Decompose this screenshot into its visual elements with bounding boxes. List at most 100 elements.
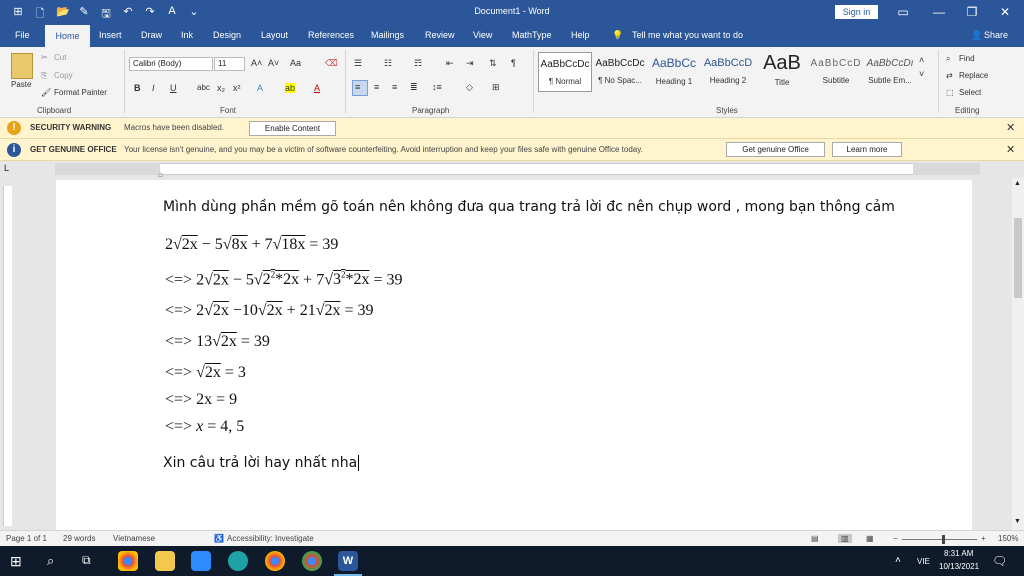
language-indicator[interactable]: Vietnamese — [113, 534, 155, 543]
style-subtitle[interactable]: AaBbCcD Subtitle — [809, 52, 863, 92]
replace-button[interactable]: Replace — [959, 71, 988, 80]
strikethrough-icon[interactable]: abc — [197, 83, 210, 92]
tab-layout[interactable]: Layout — [261, 30, 288, 40]
zoom-slider-thumb[interactable] — [942, 535, 945, 544]
equation-line-5[interactable]: <=> √2x = 3 — [165, 364, 246, 382]
zoom-in-icon[interactable]: + — [981, 534, 986, 543]
paste-icon[interactable] — [11, 53, 33, 79]
font-size-combo[interactable]: 11 — [214, 57, 245, 71]
underline-icon[interactable]: U — [170, 83, 177, 93]
tab-mailings[interactable]: Mailings — [371, 30, 404, 40]
language-indicator[interactable]: VIE — [917, 557, 930, 566]
tab-home[interactable]: Home — [45, 25, 90, 47]
tab-selector-icon[interactable]: L — [4, 163, 9, 173]
find-button[interactable]: Find — [959, 54, 975, 63]
tab-design[interactable]: Design — [213, 30, 241, 40]
tab-review[interactable]: Review — [425, 30, 455, 40]
decrease-indent-icon[interactable]: ⇤ — [446, 58, 454, 69]
change-case-icon[interactable]: Aa — [290, 58, 301, 68]
style-heading-2[interactable]: AaBbCcD Heading 2 — [701, 52, 755, 92]
equation-line-7[interactable]: <=> x = 4, 5 — [165, 418, 244, 436]
close-icon[interactable]: ✕ — [1006, 143, 1015, 156]
minimize-icon[interactable]: — — [924, 3, 954, 21]
cut-button[interactable]: Cut — [54, 53, 66, 62]
page-count[interactable]: Page 1 of 1 — [6, 534, 47, 543]
web-layout-icon[interactable]: ▦ — [866, 534, 874, 543]
sign-in-button[interactable]: Sign in — [835, 5, 878, 19]
equation-line-3[interactable]: <=> 2√2x −10√2x + 21√2x = 39 — [165, 302, 374, 320]
vertical-scrollbar[interactable]: ▲ ▼ — [1012, 178, 1024, 530]
task-view-icon[interactable]: ⧉ — [82, 553, 91, 568]
tab-view[interactable]: View — [473, 30, 492, 40]
style-subtle-emphasis[interactable]: AaBbCcDı Subtle Em... — [863, 52, 917, 92]
notification-icon[interactable]: 🗨 — [992, 554, 1007, 568]
share-icon[interactable]: 👤 — [971, 30, 982, 41]
equation-line-6[interactable]: <=> 2x = 9 — [165, 391, 237, 409]
tab-ink[interactable]: Ink — [181, 30, 193, 40]
edge-icon[interactable] — [228, 551, 248, 571]
tab-draw[interactable]: Draw — [141, 30, 162, 40]
ribbon-display-icon[interactable]: ▭ — [888, 3, 918, 21]
chrome-profile-2-icon[interactable] — [302, 551, 322, 571]
styles-scroll-up-icon[interactable]: ˄ — [919, 55, 924, 65]
search-icon[interactable]: ⌕ — [47, 553, 54, 569]
format-painter-button[interactable]: Format Painter — [54, 88, 107, 97]
select-button[interactable]: Select — [959, 88, 981, 97]
equation-line-4[interactable]: <=> 13√2x = 39 — [165, 333, 270, 351]
tell-me-search[interactable]: Tell me what you want to do — [632, 30, 743, 40]
print-layout-icon[interactable]: ▥ — [838, 534, 852, 543]
superscript-icon[interactable]: x² — [233, 83, 241, 93]
italic-icon[interactable]: I — [152, 83, 155, 93]
clock-date[interactable]: 10/13/2021 — [939, 562, 979, 571]
scroll-down-icon[interactable]: ▼ — [1014, 518, 1021, 525]
clear-formatting-icon[interactable]: ⌫ — [325, 58, 338, 69]
chrome-profile-icon[interactable] — [265, 551, 285, 571]
font-color-icon[interactable]: A — [314, 83, 320, 93]
equation-line-1[interactable]: 2√2x − 5√8x + 7√18x = 39 — [165, 236, 338, 254]
font-name-combo[interactable]: Calibri (Body) — [129, 57, 213, 71]
document-page[interactable] — [56, 180, 972, 532]
text-effects-icon[interactable]: A — [257, 83, 263, 93]
windows-start-icon[interactable]: ⊞ — [10, 553, 22, 570]
bullets-icon[interactable]: ☰ — [354, 58, 362, 69]
bold-icon[interactable]: B — [134, 83, 141, 93]
learn-more-button[interactable]: Learn more — [832, 142, 902, 157]
increase-indent-icon[interactable]: ⇥ — [466, 58, 474, 69]
accessibility-status[interactable]: Accessibility: Investigate — [227, 534, 314, 543]
paste-button[interactable]: Paste — [11, 80, 31, 89]
share-button[interactable]: Share — [984, 30, 1008, 40]
zoom-app-icon[interactable] — [191, 551, 211, 571]
document-paragraph[interactable]: Mình dùng phần mềm gõ toán nên không đưa… — [163, 199, 895, 215]
style-heading-1[interactable]: AaBbCc Heading 1 — [647, 52, 701, 92]
highlight-icon[interactable]: ab — [285, 83, 296, 93]
word-app-icon[interactable]: W — [338, 551, 358, 571]
restore-icon[interactable]: ❐ — [957, 3, 987, 21]
shrink-font-icon[interactable]: A˅ — [268, 58, 279, 68]
clock-time[interactable]: 8:31 AM — [944, 549, 973, 558]
sort-icon[interactable]: ⇅ — [489, 58, 497, 69]
tray-chevron-icon[interactable]: ˄ — [895, 555, 901, 566]
close-icon[interactable]: ✕ — [990, 3, 1020, 21]
close-icon[interactable]: ✕ — [1006, 121, 1015, 134]
zoom-slider[interactable] — [902, 539, 977, 540]
line-spacing-icon[interactable]: ↕≡ — [432, 82, 442, 92]
style-normal[interactable]: AaBbCcDc ¶ Normal — [538, 52, 592, 92]
grow-font-icon[interactable]: A˄ — [251, 58, 262, 68]
align-right-icon[interactable]: ≡ — [392, 82, 397, 92]
show-marks-icon[interactable]: ¶ — [511, 58, 516, 68]
zoom-level[interactable]: 150% — [998, 534, 1018, 543]
document-paragraph[interactable]: Xin câu trả lời hay nhất nha — [163, 455, 360, 471]
shading-icon[interactable]: ◇ — [466, 82, 473, 93]
zoom-out-icon[interactable]: − — [893, 534, 898, 543]
word-count[interactable]: 29 words — [63, 534, 95, 543]
scroll-thumb[interactable] — [1014, 218, 1022, 298]
multilevel-list-icon[interactable]: ☶ — [414, 58, 422, 69]
borders-icon[interactable]: ⊞ — [492, 82, 500, 93]
tab-help[interactable]: Help — [571, 30, 590, 40]
tab-insert[interactable]: Insert — [99, 30, 122, 40]
tab-references[interactable]: References — [308, 30, 354, 40]
tab-file[interactable]: File — [15, 30, 30, 40]
styles-scroll-down-icon[interactable]: ˅ — [919, 69, 924, 79]
chrome-icon[interactable] — [118, 551, 138, 571]
horizontal-ruler[interactable]: L ⌂ — [0, 161, 1024, 179]
